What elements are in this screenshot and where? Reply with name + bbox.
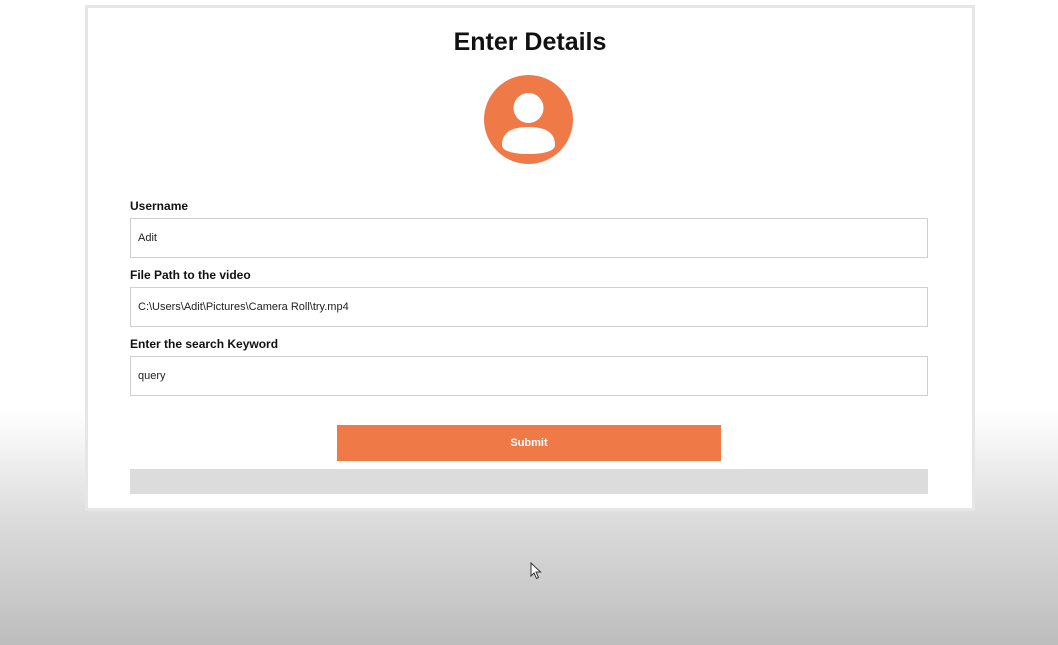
file-path-label: File Path to the video (130, 268, 251, 282)
search-keyword-label: Enter the search Keyword (130, 337, 279, 351)
status-bar (130, 469, 928, 494)
search-keyword-input[interactable] (130, 356, 928, 396)
mouse-pointer-icon (530, 562, 542, 580)
user-avatar-icon (484, 75, 573, 164)
details-form-card: Enter Details Username File Path to the … (85, 5, 975, 511)
file-path-input[interactable] (130, 287, 928, 327)
page-title: Enter Details (453, 28, 607, 56)
submit-button[interactable]: Submit (337, 425, 721, 461)
username-input[interactable] (130, 218, 928, 258)
username-label: Username (130, 199, 189, 213)
